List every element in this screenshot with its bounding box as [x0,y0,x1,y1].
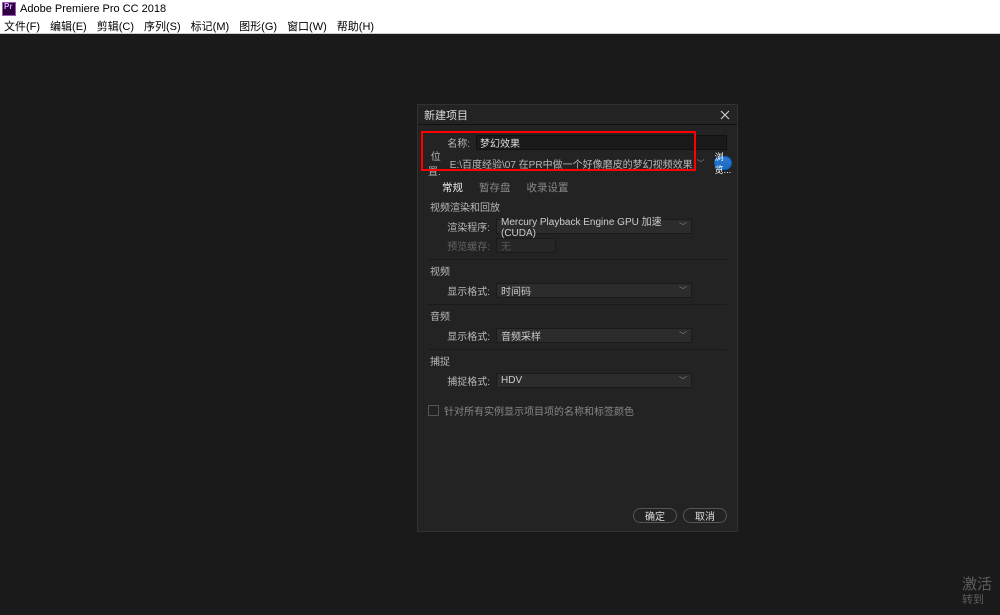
capture-fmt-label: 捕捉格式: [442,373,490,388]
location-value: E:\百度经验\07 在PR中做一个好像磨皮的梦幻视频效果 [450,156,693,171]
renderer-label: 渲染程序: [442,219,490,234]
close-icon[interactable] [719,109,731,121]
section-video: 视频 显示格式: 时间码 ﹀ [428,263,727,299]
video-fmt-dropdown[interactable]: 时间码 ﹀ [496,283,692,298]
location-dropdown[interactable]: E:\百度经验\07 在PR中做一个好像磨皮的梦幻视频效果 ﹀ [447,156,708,171]
video-section-title: 视频 [430,263,727,278]
chevron-down-icon: ﹀ [679,221,687,232]
section-render: 视频渲染和回放 渲染程序: Mercury Playback Engine GP… [428,199,727,254]
watermark-line2: 转到 [962,594,992,607]
app-icon [2,2,16,16]
chevron-down-icon: ﹀ [679,375,687,386]
location-label: 位置: [428,148,441,178]
menu-clip[interactable]: 剪辑(C) [97,18,134,34]
capture-fmt-dropdown[interactable]: HDV ﹀ [496,373,692,388]
section-capture: 捕捉 捕捉格式: HDV ﹀ [428,353,727,389]
watermark-line1: 激活 [962,576,992,594]
video-fmt-value: 时间码 [501,283,531,298]
dialog-title: 新建项目 [424,107,468,123]
audio-fmt-label: 显示格式: [442,328,490,343]
menu-help[interactable]: 帮助(H) [337,18,374,34]
audio-fmt-value: 音频采样 [501,328,541,343]
capture-fmt-value: HDV [501,375,522,386]
dialog-titlebar: 新建项目 [418,105,737,125]
preview-cache-value: 无 [501,238,511,253]
browse-button[interactable]: 浏览... [714,156,733,170]
render-section-title: 视频渲染和回放 [430,199,727,214]
dialog-body: 名称: 位置: E:\百度经验\07 在PR中做一个好像磨皮的梦幻视频效果 ﹀ … [418,125,737,499]
chevron-down-icon: ﹀ [679,285,687,296]
chevron-down-icon: ﹀ [697,158,705,169]
tab-scratch[interactable]: 暂存盘 [479,180,511,195]
menubar: 文件(F) 编辑(E) 剪辑(C) 序列(S) 标记(M) 图形(G) 窗口(W… [0,18,1000,34]
renderer-value: Mercury Playback Engine GPU 加速 (CUDA) [501,213,679,239]
display-names-label: 针对所有实例显示项目项的名称和标签颜色 [444,403,634,418]
tabs: 常规 暂存盘 收录设置 [442,180,727,195]
project-name-input[interactable] [476,135,727,150]
section-audio: 音频 显示格式: 音频采样 ﹀ [428,308,727,344]
ok-button[interactable]: 确定 [633,508,677,523]
chevron-down-icon: ﹀ [679,330,687,341]
display-names-checkbox[interactable] [428,405,439,416]
preview-cache-dropdown: 无 [496,238,556,253]
divider [428,304,727,305]
video-fmt-label: 显示格式: [442,283,490,298]
display-names-row: 针对所有实例显示项目项的名称和标签颜色 [428,403,727,418]
menu-file[interactable]: 文件(F) [4,18,40,34]
audio-fmt-dropdown[interactable]: 音频采样 ﹀ [496,328,692,343]
audio-section-title: 音频 [430,308,727,323]
capture-section-title: 捕捉 [430,353,727,368]
menu-sequence[interactable]: 序列(S) [144,18,181,34]
menu-window[interactable]: 窗口(W) [287,18,327,34]
tab-general[interactable]: 常规 [442,180,463,195]
divider [428,259,727,260]
menu-graphics[interactable]: 图形(G) [239,18,277,34]
menu-marker[interactable]: 标记(M) [191,18,230,34]
new-project-dialog: 新建项目 名称: 位置: E:\百度经验\07 在PR中做一个好像磨皮的梦幻视频… [417,104,738,532]
preview-cache-label: 预览缓存: [442,238,490,253]
activation-watermark: 激活 转到 [962,576,992,607]
menu-edit[interactable]: 编辑(E) [50,18,87,34]
window-title: Adobe Premiere Pro CC 2018 [20,3,166,15]
renderer-dropdown[interactable]: Mercury Playback Engine GPU 加速 (CUDA) ﹀ [496,219,692,234]
dialog-footer: 确定 取消 [418,499,737,531]
tab-ingest[interactable]: 收录设置 [527,180,569,195]
cancel-button[interactable]: 取消 [683,508,727,523]
window-titlebar: Adobe Premiere Pro CC 2018 [0,0,1000,18]
divider [428,349,727,350]
